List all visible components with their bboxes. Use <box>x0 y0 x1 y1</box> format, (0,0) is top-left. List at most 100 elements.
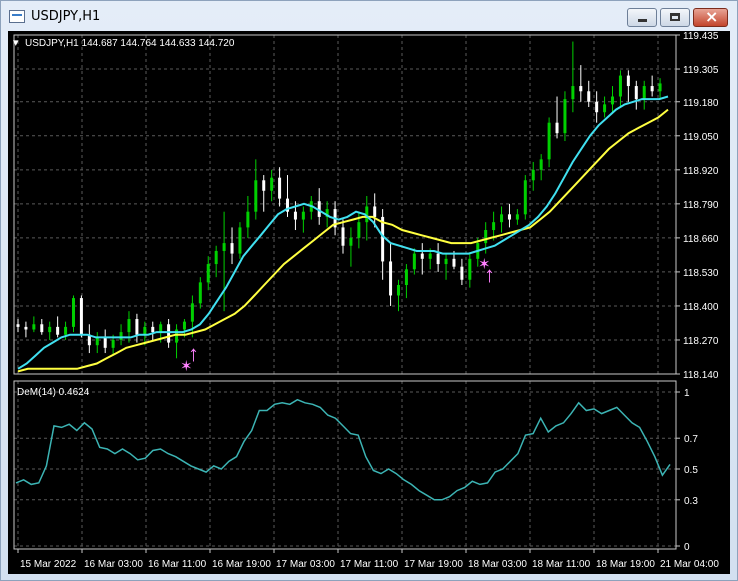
candle-body <box>349 237 353 246</box>
indicator-axis: 1 0.7 0.5 0.3 0 <box>676 388 698 553</box>
price-label: 119.305 <box>683 65 719 76</box>
candle-body <box>626 75 630 87</box>
candle-body <box>587 91 591 102</box>
window-title: USDJPY,H1 <box>31 9 101 24</box>
candle-body <box>603 104 607 113</box>
price-label: 118.530 <box>683 268 719 279</box>
price-label: 119.435 <box>683 31 719 42</box>
candle-body <box>579 86 583 92</box>
candle-body <box>357 222 361 238</box>
candle-body <box>214 250 218 265</box>
candle-body <box>492 222 496 231</box>
candle-body <box>262 180 266 191</box>
candle-body <box>238 227 242 254</box>
indicator-header: DeM(14) 0.4624 <box>17 387 90 398</box>
candle-body <box>507 214 511 220</box>
close-icon: × <box>705 7 719 26</box>
candle-body <box>452 258 456 267</box>
price-label: 119.180 <box>683 98 719 109</box>
close-button[interactable]: × <box>693 7 728 27</box>
price-label: 118.660 <box>683 234 719 245</box>
chart-window-icon <box>9 10 25 23</box>
candle-body <box>40 324 44 333</box>
candle-body <box>119 332 123 340</box>
candle-body <box>420 253 424 259</box>
mt4-chart-window: USDJPY,H1 × ↑ ✶ ↑ ✶ 119.435 119.305 119.180 11… <box>0 0 738 581</box>
demarker-line <box>15 398 671 501</box>
candle-body <box>143 326 147 335</box>
triangle-down-icon[interactable]: ▾ <box>13 37 19 49</box>
star-icon: ✶ <box>180 358 193 375</box>
candle-body <box>16 324 20 327</box>
level-label: 0.7 <box>684 434 698 445</box>
candle-body <box>111 339 115 348</box>
price-chart[interactable]: ↑✶↑✶ 119.435 119.305 119.180 119.050 118.920… <box>8 31 730 574</box>
candle-body <box>135 319 139 335</box>
candle-body <box>515 214 519 220</box>
candle-body <box>571 86 575 100</box>
candle-body <box>151 326 155 333</box>
candle-body <box>64 326 68 335</box>
level-label: 0.3 <box>684 496 698 507</box>
candle-body <box>222 243 226 251</box>
time-label: 16 Mar 19:00 <box>212 559 271 570</box>
candle-body <box>484 230 488 244</box>
candle-body <box>531 169 535 181</box>
candle-body <box>159 324 163 333</box>
title-bar[interactable]: USDJPY,H1 × <box>1 1 737 31</box>
candle-body <box>611 96 615 105</box>
maximize-icon <box>670 13 680 21</box>
level-label: 0 <box>684 542 690 553</box>
candle-body <box>539 159 543 170</box>
candle-body <box>95 337 99 346</box>
candle-body <box>642 86 646 100</box>
time-label: 17 Mar 11:00 <box>340 559 399 570</box>
main-chart-header: USDJPY,H1 144.687 144.764 144.633 144.72… <box>25 38 235 49</box>
candle-body <box>127 319 131 333</box>
candle-body <box>301 211 305 220</box>
candle-body <box>523 180 527 215</box>
candle-body <box>555 122 559 134</box>
candle-body <box>79 298 83 335</box>
candle-body <box>56 326 60 335</box>
candle-body <box>428 253 432 259</box>
candle-body <box>460 266 464 280</box>
candle-body <box>658 83 662 92</box>
level-label: 0.5 <box>684 465 698 476</box>
candle-body <box>24 326 28 330</box>
candle-body <box>254 180 258 212</box>
star-icon: ✶ <box>478 256 491 273</box>
candle-body <box>182 321 186 330</box>
candle-body <box>341 227 345 246</box>
candle-body <box>206 264 210 283</box>
candle-body <box>71 298 75 327</box>
time-label: 16 Mar 03:00 <box>84 559 143 570</box>
candle-body <box>190 303 194 322</box>
chart-grid <box>14 34 676 549</box>
candle-body <box>404 269 408 285</box>
candle-body <box>278 177 282 199</box>
candle-body <box>103 337 107 348</box>
candle-body <box>167 324 171 343</box>
candle-body <box>444 258 448 265</box>
price-label: 118.400 <box>683 302 719 313</box>
candlestick-series <box>16 41 662 359</box>
chart-client-area[interactable]: ↑ ✶ ↑ ✶ 119.435 119.305 119.180 119.050 118.920… <box>8 31 730 574</box>
candle-body <box>389 261 393 296</box>
candle-body <box>230 243 234 254</box>
maximize-button[interactable] <box>660 8 690 27</box>
candle-body <box>293 211 297 220</box>
candle-body <box>563 99 567 134</box>
time-label: 17 Mar 19:00 <box>404 559 463 570</box>
time-label: 17 Mar 03:00 <box>276 559 335 570</box>
time-label: 18 Mar 19:00 <box>596 559 655 570</box>
time-label: 15 Mar 2022 <box>20 559 77 570</box>
candle-body <box>373 206 377 217</box>
price-label: 119.050 <box>683 132 719 143</box>
price-label: 118.140 <box>683 370 719 381</box>
candle-body <box>500 214 504 223</box>
candle-body <box>595 101 599 113</box>
candle-body <box>198 282 202 304</box>
candle-body <box>412 253 416 270</box>
minimize-button[interactable] <box>627 8 657 27</box>
